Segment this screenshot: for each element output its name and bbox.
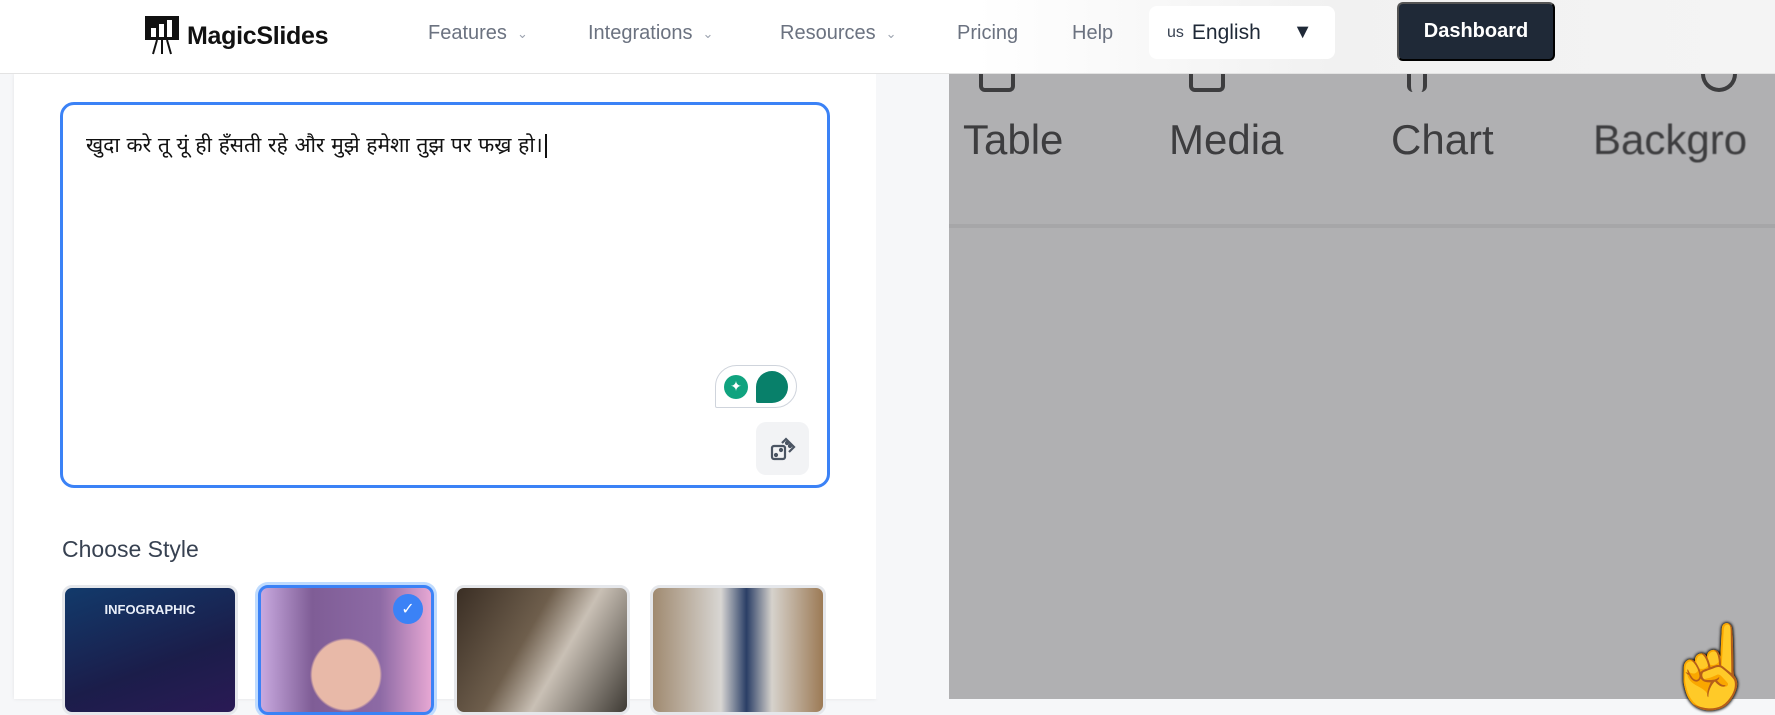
random-topic-button[interactable] — [756, 422, 809, 475]
style-option-photo[interactable] — [454, 585, 630, 715]
textarea-content[interactable]: खुदा करे तू यूं ही हँसती रहे और मुझे हमे… — [86, 131, 547, 159]
caret-down-icon: ▼ — [1292, 21, 1313, 43]
tool-chart[interactable]: Chart — [1391, 116, 1494, 164]
writing-assistant-widget[interactable]: ✦ — [715, 365, 797, 408]
style-option-infographic[interactable]: INFOGRAPHIC — [62, 585, 238, 715]
text-caret — [544, 134, 547, 158]
slide-preview-overlay: Table Media Chart Backgro — [949, 74, 1775, 699]
toolbar-divider — [949, 224, 1775, 228]
language-select[interactable]: us English ▼ — [1149, 6, 1335, 59]
presentation-logo-icon — [145, 16, 179, 55]
choose-style-heading: Choose Style — [62, 536, 199, 562]
style-thumbnail-text: INFOGRAPHIC — [104, 602, 196, 617]
top-nav: MagicSlides Features ⌄ Integrations ⌄ Reso… — [0, 0, 1775, 74]
check-icon: ✓ — [393, 594, 423, 624]
nav-label: Pricing — [957, 22, 1019, 44]
lightbulb-sparkle-icon[interactable]: ✦ — [724, 374, 748, 399]
panel-gutter — [876, 74, 949, 699]
nav-features[interactable]: Features ⌄ — [428, 22, 528, 45]
country-code: us — [1167, 23, 1184, 41]
chart-icon — [1407, 74, 1427, 92]
tool-background[interactable]: Backgro — [1593, 116, 1747, 164]
table-icon — [979, 74, 1015, 92]
nav-help[interactable]: Help — [1072, 22, 1113, 45]
nav-integrations[interactable]: Integrations ⌄ — [588, 22, 713, 45]
brand-name: MagicSlides — [187, 21, 329, 50]
dice-icon — [770, 436, 796, 460]
style-option-art[interactable] — [650, 585, 826, 715]
nav-label: Features — [428, 22, 507, 44]
media-icon — [1189, 74, 1225, 92]
dashboard-button[interactable]: Dashboard — [1397, 2, 1555, 61]
hand-cursor-icon: ☝ — [1662, 622, 1762, 711]
chevron-down-icon: ⌄ — [516, 25, 528, 41]
tool-table[interactable]: Table — [963, 116, 1063, 164]
language-label: English — [1191, 20, 1261, 44]
nav-resources[interactable]: Resources ⌄ — [780, 22, 897, 45]
chevron-down-icon: ⌄ — [885, 25, 897, 41]
textarea-value: खुदा करे तू यूं ही हँसती रहे और मुझे हमे… — [86, 133, 543, 157]
topic-textarea[interactable]: खुदा करे तू यूं ही हँसती रहे और मुझे हमे… — [60, 102, 830, 488]
chevron-down-icon: ⌄ — [702, 25, 714, 41]
nav-pricing[interactable]: Pricing — [957, 22, 1018, 45]
palette-icon — [1701, 74, 1737, 92]
nav-label: Resources — [780, 22, 876, 44]
brand-logo[interactable]: MagicSlides — [145, 16, 329, 56]
tool-media[interactable]: Media — [1169, 116, 1283, 164]
nav-label: Integrations — [588, 22, 693, 44]
nav-label: Help — [1072, 22, 1114, 44]
style-option-portrait-selected[interactable]: ✓ — [258, 585, 434, 715]
grammar-assistant-icon[interactable] — [756, 370, 788, 403]
